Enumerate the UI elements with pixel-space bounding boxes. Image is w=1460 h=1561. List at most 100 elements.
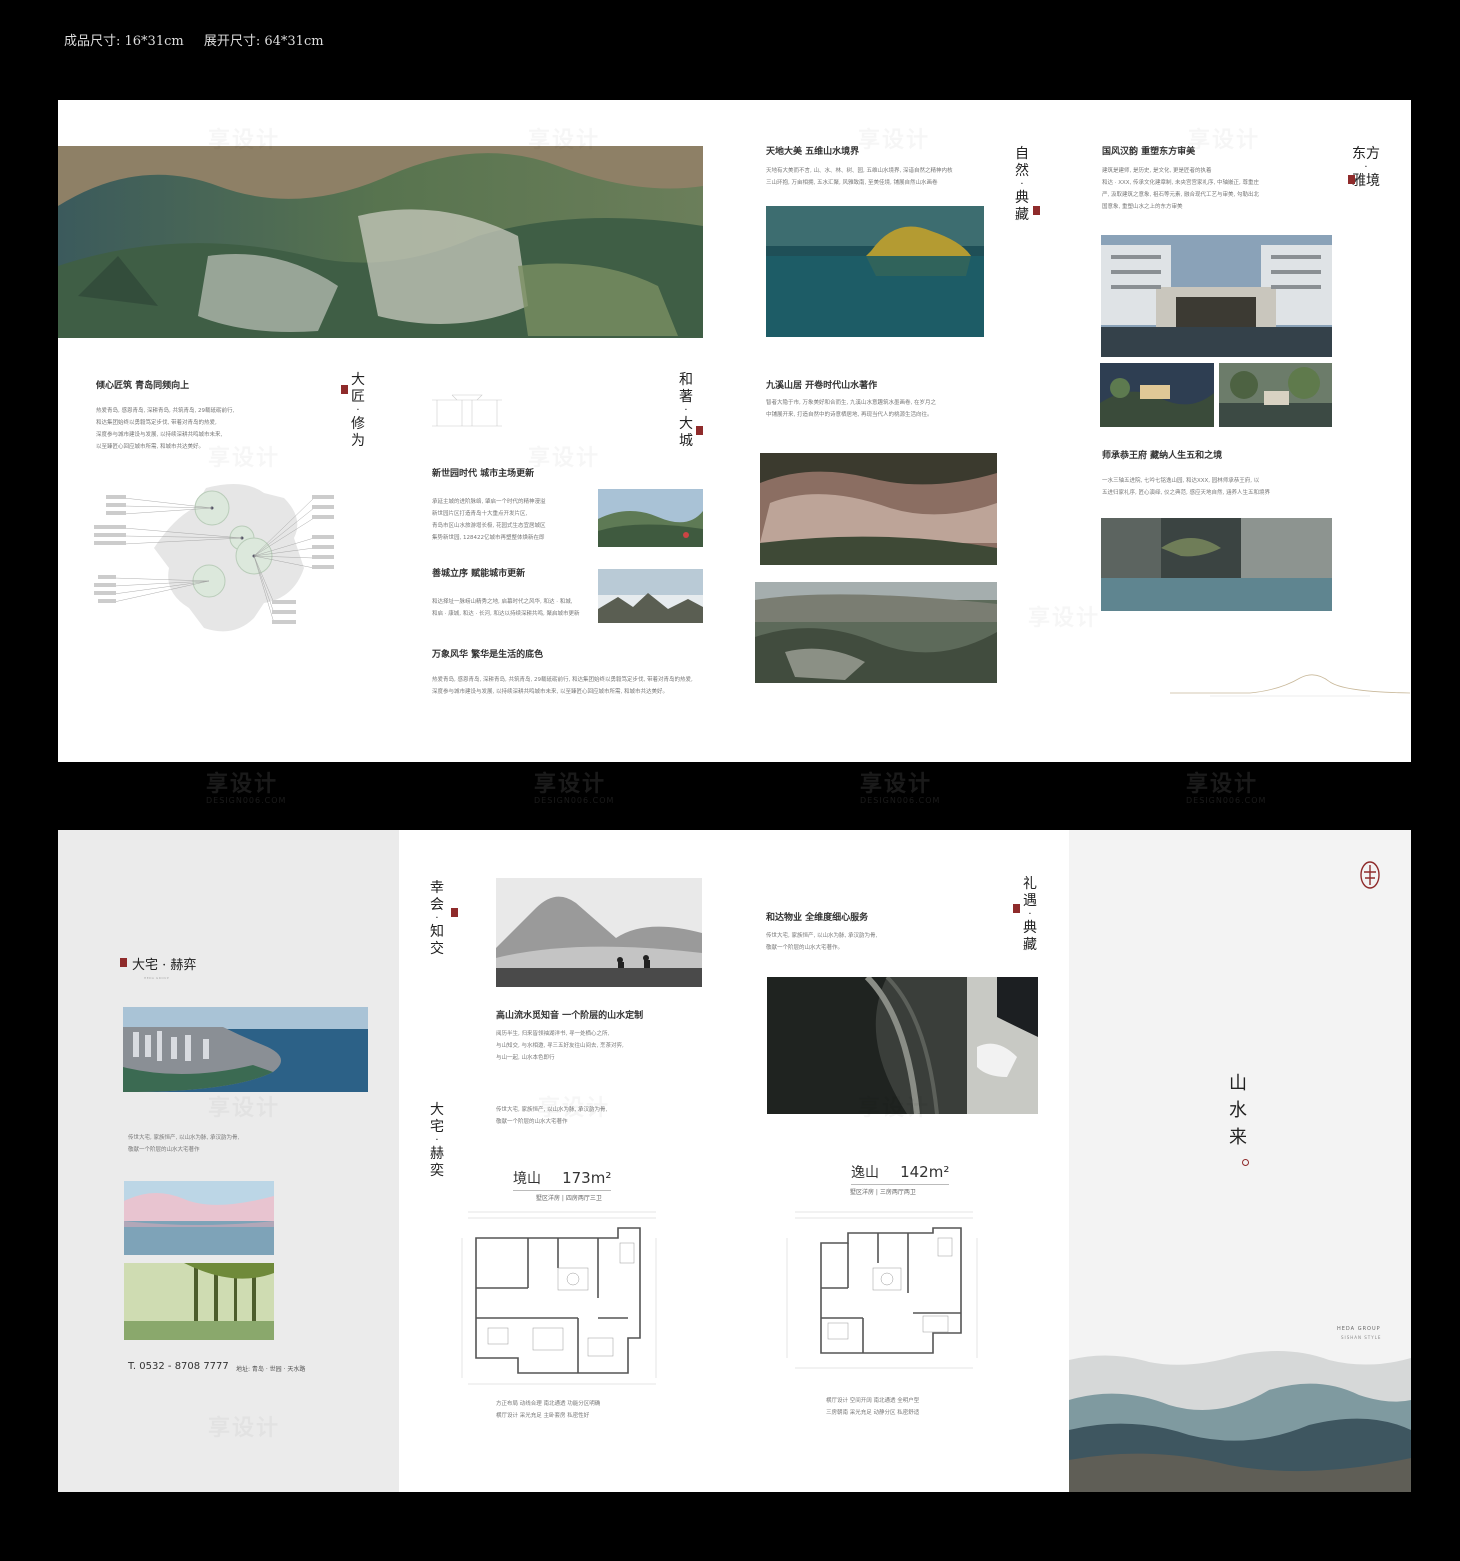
aerial-photo bbox=[58, 146, 703, 338]
east-s2-body: 一水三轴五进院, 七吟七铭逸山园, 和达XXX, 园林师承恭王府, 以 五进归家… bbox=[1102, 478, 1270, 496]
mountain-aerial-photo bbox=[755, 582, 997, 683]
city-photo-1 bbox=[598, 489, 703, 547]
plan1-title: 境山 173m² bbox=[513, 1168, 612, 1191]
floor-plan-2 bbox=[786, 1211, 978, 1369]
cover-title-1: 山 bbox=[1229, 1073, 1247, 1094]
panel1-body: 传世大宅, 家族恒产, 以山水为脉, 承汉韵为骨, 敬献一个阶层的山水大宅著作 bbox=[128, 1135, 240, 1153]
city-s3-body: 热爱青岛, 感恩青岛, 深耕青岛, 共筑青岛, 29载砥砺前行, 和达集团始终以… bbox=[432, 677, 693, 695]
archway-sketch bbox=[432, 394, 502, 427]
nature-title-b: 典藏 bbox=[1015, 190, 1029, 223]
cover-title: 山 水 来 bbox=[1227, 1070, 1249, 1151]
city-s2-heading: 善城立序 赋能城市更新 bbox=[432, 569, 526, 579]
watermark: 享设计 bbox=[206, 772, 279, 797]
city-s2-body: 和达择址一脉崂山精秀之地, 启幕时代之风华, 和达 · 和城, 和启 · 康城,… bbox=[432, 599, 580, 617]
cover-panel: 山 水 来 HEDA GROUP SISHAN STYLE bbox=[1069, 830, 1411, 1492]
nature-title-a: 自然 bbox=[1015, 146, 1029, 179]
cover-brand: HEDA GROUP bbox=[1337, 1326, 1381, 1332]
craft-vertical-title: 大匠 · 修为 bbox=[351, 372, 365, 449]
seal-icon bbox=[341, 385, 348, 394]
city-photo-2 bbox=[598, 569, 703, 623]
panel1-title: 大宅 · 赫弈 bbox=[132, 958, 197, 973]
city-s1-body: 承延主城的进阶脉络, 肇启一个时代的精神漫溢 新世园片区打造青岛十大重点开发片区… bbox=[432, 499, 546, 541]
plan1-notes: 方正布局 动线合理 南北通透 功能分区明确 横厅设计 采光充足 主卧套房 私密性… bbox=[496, 1401, 601, 1419]
mountain-line-ornament bbox=[1170, 674, 1410, 697]
ink-mountains bbox=[1069, 1351, 1411, 1492]
panel3-title-b: 典藏 bbox=[1023, 920, 1037, 953]
forest-lake-photo bbox=[124, 1263, 274, 1340]
panel1-tel: T. 0532 - 8708 7777 bbox=[128, 1361, 229, 1372]
east-s1-heading: 国风汉韵 重塑东方审美 bbox=[1102, 147, 1196, 157]
craft-title-b: 修为 bbox=[351, 416, 365, 449]
finished-size: 成品尺寸: 16*31cm bbox=[64, 34, 184, 49]
watermark-site: DESIGN006.COM bbox=[860, 796, 941, 805]
craft-heading: 倾心匠筑 青岛同频向上 bbox=[96, 381, 190, 391]
seal-icon bbox=[696, 426, 703, 435]
panel3-heading: 和达物业 全维度细心服务 bbox=[766, 913, 869, 923]
plan2-notes: 横厅设计 空间开阔 南北通透 全明户型 三房朝南 采光充足 动静分区 私密舒适 bbox=[826, 1398, 920, 1416]
brand-logo bbox=[1360, 861, 1380, 889]
nature-s1-heading: 天地大美 五维山水境界 bbox=[766, 147, 860, 157]
mountain-tea-photo bbox=[496, 878, 702, 987]
panel1-sub: HEDA GROUP bbox=[144, 976, 170, 980]
panel3-body: 传世大宅, 家族恒产, 以山水为脉, 承汉韵为骨, 敬献一个阶层的山水大宅著作。 bbox=[766, 933, 878, 951]
watermark: 享设计 bbox=[1186, 772, 1259, 797]
garden-photo-2 bbox=[1219, 363, 1332, 427]
plan2-type: 墅区洋房 | 三房两厅两卫 bbox=[850, 1189, 916, 1196]
panel2-title1-a: 幸会 bbox=[430, 880, 444, 913]
watermark: 享设计 bbox=[1028, 600, 1100, 632]
watermark: 享设计 bbox=[858, 122, 930, 154]
seal-icon bbox=[451, 908, 458, 917]
city-title-a: 和著 bbox=[679, 372, 693, 405]
nature-vertical-title: 自然 · 典藏 bbox=[1015, 146, 1029, 223]
city-s3-heading: 万象风华 繁华是生活的底色 bbox=[432, 650, 544, 660]
watermark-site: DESIGN006.COM bbox=[534, 796, 615, 805]
watermark: 享设计 bbox=[208, 1090, 280, 1122]
plan1-name: 境山 bbox=[513, 1171, 541, 1187]
blossom-valley-photo bbox=[760, 453, 997, 565]
panel3-title-a: 礼遇 bbox=[1023, 876, 1037, 909]
city-s1-heading: 新世园时代 城市主场更新 bbox=[432, 469, 535, 479]
plan2-title: 逸山 142m² bbox=[851, 1162, 950, 1185]
watermark: 享设计 bbox=[538, 1090, 610, 1122]
cover-title-2: 水 bbox=[1229, 1100, 1247, 1121]
craft-body: 热爱青岛, 感恩青岛, 深耕青岛, 共筑青岛, 29载砥砺前行, 和达集团始终以… bbox=[96, 408, 235, 450]
plan2-name: 逸山 bbox=[851, 1165, 879, 1181]
cherry-blossom-photo bbox=[124, 1181, 274, 1255]
cover-seal-dot bbox=[1242, 1159, 1249, 1166]
craft-title-a: 大匠 bbox=[351, 372, 365, 405]
watermark: 享设计 bbox=[528, 440, 600, 472]
seal-icon bbox=[120, 958, 127, 967]
panel2-title1-b: 知交 bbox=[430, 924, 444, 957]
watermark: 享设计 bbox=[534, 772, 607, 797]
panel1-address: 地址: 青岛 · 世园 · 天水路 bbox=[236, 1366, 306, 1373]
garden-photo-1 bbox=[1100, 363, 1214, 427]
plan1-type: 墅区洋房 | 四房两厅三卫 bbox=[536, 1195, 602, 1202]
seal-icon bbox=[1348, 175, 1355, 184]
seal-icon bbox=[1013, 904, 1020, 913]
panel2-vertical-title-1: 幸会 · 知交 bbox=[430, 880, 444, 957]
location-map bbox=[94, 484, 334, 632]
nature-s1-body: 天地有大美而不言, 山、水、林、树、园, 五维山水境界, 深谙自然之精神内核 三… bbox=[766, 168, 953, 186]
seal-icon bbox=[1033, 206, 1040, 215]
plan2-area: 142m² bbox=[900, 1163, 950, 1181]
watermark: 享设计 bbox=[208, 122, 280, 154]
bottom-sheet: 大宅 · 赫弈 HEDA GROUP 传世大宅, 家族恒产, 以山水为脉, 承汉… bbox=[58, 830, 1411, 1492]
floor-plan-1 bbox=[461, 1211, 657, 1385]
print-spec: 成品尺寸: 16*31cm 展开尺寸: 64*31cm bbox=[64, 30, 340, 49]
panel2-title2-a: 大宅 bbox=[430, 1102, 444, 1135]
coastal-city-photo bbox=[123, 1007, 368, 1092]
top-sheet: 大匠 · 修为 倾心匠筑 青岛同频向上 热爱青岛, 感恩青岛, 深耕青岛, 共筑… bbox=[58, 100, 1411, 762]
panel2-title2-b: 赫奕 bbox=[430, 1146, 444, 1179]
watermark: 享设计 bbox=[208, 440, 280, 472]
nature-s2-heading: 九溪山居 开卷时代山水著作 bbox=[766, 381, 878, 391]
panel2-vertical-title-2: 大宅 · 赫奕 bbox=[430, 1102, 444, 1179]
watermark: 享设计 bbox=[860, 772, 933, 797]
watermark: 享设计 bbox=[208, 1410, 280, 1442]
watermark-site: DESIGN006.COM bbox=[1186, 796, 1267, 805]
plan1-area: 173m² bbox=[562, 1169, 612, 1187]
watermark: 享设计 bbox=[1188, 122, 1260, 154]
city-vertical-title: 和著 · 大城 bbox=[679, 372, 693, 449]
panel2-body: 阅历半生, 归来皆领袖湖洋书, 寻一处栖心之所, 与山知交, 与水相邀, 寻三五… bbox=[496, 1031, 624, 1061]
lake-photo bbox=[766, 206, 984, 337]
panel2-heading: 高山流水觅知音 一个阶层的山水定制 bbox=[496, 1011, 644, 1021]
